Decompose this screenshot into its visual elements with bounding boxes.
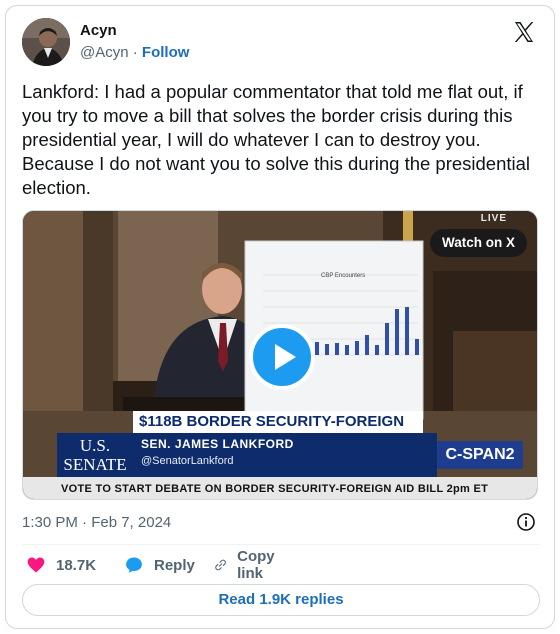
- reply-button[interactable]: Reply: [124, 552, 195, 578]
- tweet-card: Acyn @Acyn · Follow Lankford: I had a po…: [5, 5, 555, 629]
- x-logo-icon[interactable]: [512, 20, 536, 44]
- link-icon: [215, 559, 226, 571]
- likes-count: 18.7K: [56, 556, 97, 574]
- separator-dot: ·: [132, 44, 138, 61]
- live-label: LIVE: [480, 213, 507, 224]
- follow-button[interactable]: Follow: [142, 44, 190, 61]
- speaker-name: SEN. JAMES LANKFORD: [141, 437, 294, 451]
- play-button[interactable]: [249, 324, 315, 390]
- read-replies-button[interactable]: Read 1.9K replies: [22, 584, 540, 616]
- avatar-image: [22, 18, 70, 66]
- chart-title-on-poster: CBP Encounters: [321, 273, 366, 279]
- info-icon[interactable]: [516, 512, 536, 532]
- reply-icon: [126, 557, 142, 573]
- tweet-timestamp[interactable]: 1:30 PM · Feb 7, 2024: [22, 514, 171, 531]
- video-player[interactable]: CBP Encounters LIVE Watch on X $118B BOR…: [22, 210, 538, 500]
- senate-logo-line1: U.S.: [79, 436, 111, 455]
- reply-label: Reply: [154, 556, 195, 574]
- avatar[interactable]: [22, 18, 70, 66]
- network-logo: C-SPAN2: [437, 441, 523, 469]
- divider: [22, 544, 540, 545]
- author-name[interactable]: Acyn: [80, 22, 117, 39]
- speaker-handle: @SenatorLankford: [141, 455, 234, 467]
- watch-on-x-button[interactable]: Watch on X: [430, 229, 527, 257]
- author-handle-row: @Acyn · Follow: [80, 44, 189, 61]
- play-icon: [275, 344, 296, 370]
- author-handle[interactable]: @Acyn: [80, 44, 129, 61]
- copy-link-button[interactable]: Copy link: [214, 548, 282, 582]
- heart-icon: [27, 557, 45, 573]
- like-button[interactable]: 18.7K: [26, 552, 96, 578]
- chyron-headline: $118B BORDER SECURITY-FOREIGN AID PACKAG…: [133, 411, 423, 452]
- copy-link-label: Copy link: [237, 548, 275, 582]
- news-ticker: VOTE TO START DEBATE ON BORDER SECURITY-…: [23, 477, 537, 499]
- tweet-text: Lankford: I had a popular commentator th…: [22, 81, 531, 198]
- senate-logo: U.S. SENATE: [59, 433, 131, 477]
- senate-logo-line2: SENATE: [63, 455, 127, 474]
